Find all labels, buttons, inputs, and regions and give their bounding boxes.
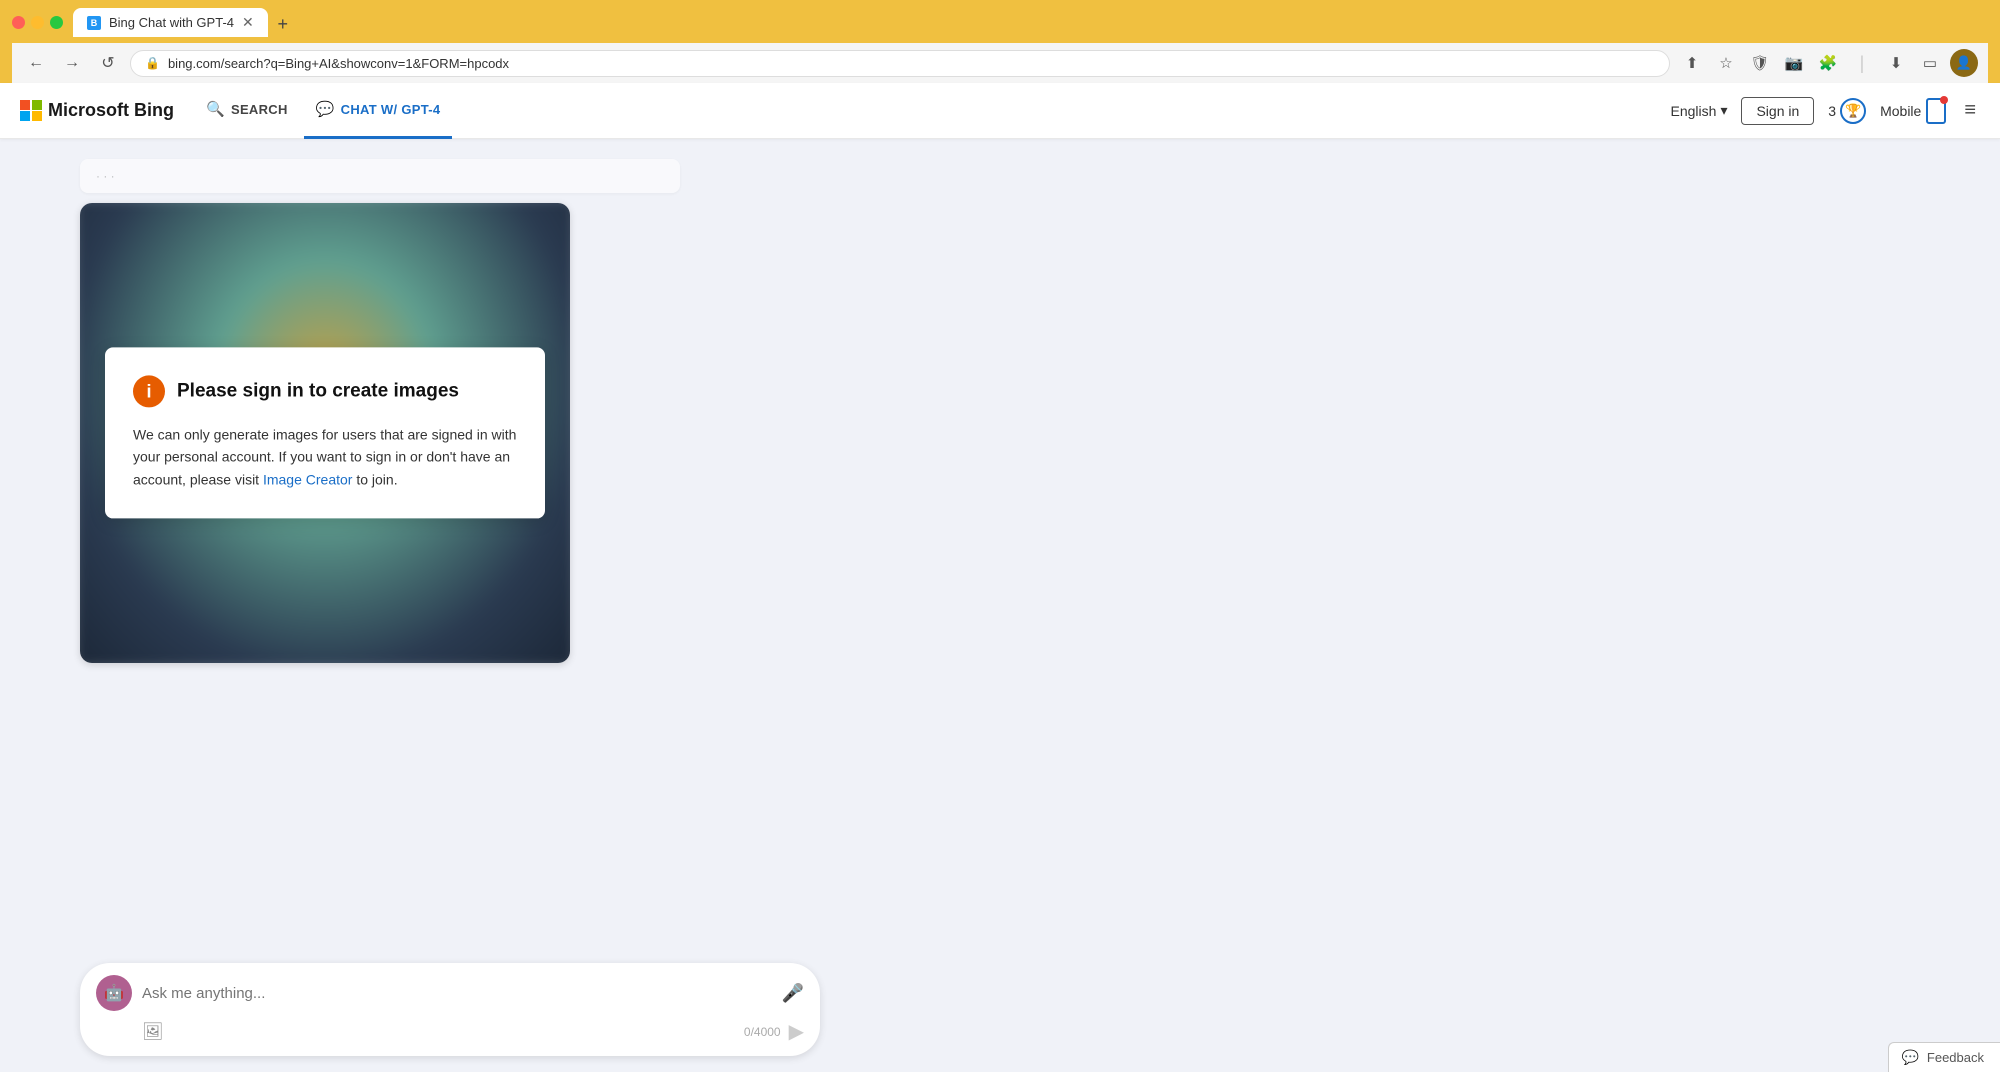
nav-search-label: SEARCH xyxy=(231,102,288,117)
image-generation-card: i Please sign in to create images We can… xyxy=(80,203,570,663)
feedback-label: Feedback xyxy=(1927,1050,1984,1065)
overlay-title-row: i Please sign in to create images xyxy=(133,375,517,407)
nav-chat-label: CHAT w/ GPT-4 xyxy=(341,102,441,117)
url-bar[interactable]: 🔒 bing.com/search?q=Bing+AI&showconv=1&F… xyxy=(130,50,1670,77)
previous-message-partial: · · · xyxy=(80,159,680,193)
extensions-icon[interactable]: 🧩 xyxy=(1814,49,1842,77)
url-text: bing.com/search?q=Bing+AI&showconv=1&FOR… xyxy=(168,56,1655,71)
image-creator-link[interactable]: Image Creator xyxy=(263,471,352,487)
browser-tabs: B Bing Chat with GPT-4 ✕ + xyxy=(73,8,1878,37)
ms-sq-yellow xyxy=(32,111,42,121)
rewards-icon: 🏆 xyxy=(1840,98,1866,124)
divider: | xyxy=(1848,49,1876,77)
new-tab-button[interactable]: + xyxy=(270,11,296,37)
bot-avatar-icon: 🤖 xyxy=(104,983,124,1003)
sign-in-overlay: i Please sign in to create images We can… xyxy=(105,347,545,518)
header-right: English ▾ Sign in 3 🏆 Mobile ≡ xyxy=(1671,95,1980,126)
chat-nav-icon: 💬 xyxy=(316,100,335,118)
hamburger-menu[interactable]: ≡ xyxy=(1960,95,1980,126)
nav-search[interactable]: 🔍 SEARCH xyxy=(194,83,300,139)
toolbar-actions: ⬆ ☆ 🛡 📷 🧩 | ⬇ ▭ 👤 xyxy=(1678,49,1978,77)
image-attach-button[interactable]: 🖼 xyxy=(142,1022,164,1042)
traffic-light-minimize[interactable] xyxy=(31,16,44,29)
chat-area: · · · i Please sign in to create images … xyxy=(0,159,900,1069)
feedback-icon: 💬 xyxy=(1901,1049,1918,1066)
nav-chat[interactable]: 💬 CHAT w/ GPT-4 xyxy=(304,83,453,139)
chevron-down-icon: ▾ xyxy=(1720,102,1727,119)
ms-sq-red xyxy=(20,100,30,110)
share-icon[interactable]: ⬆ xyxy=(1678,49,1706,77)
tab-favicon: B xyxy=(87,16,101,30)
camera-icon[interactable]: 📷 xyxy=(1780,49,1808,77)
bing-app: Microsoft Bing 🔍 SEARCH 💬 CHAT w/ GPT-4 … xyxy=(0,83,2000,1069)
sidebar-icon[interactable]: ▭ xyxy=(1916,49,1944,77)
chat-input-row: 🤖 🎤 xyxy=(96,975,804,1011)
browser-chrome: B Bing Chat with GPT-4 ✕ + ← → ↺ 🔒 bing.… xyxy=(0,0,2000,83)
desc-after-link: to join. xyxy=(352,471,397,487)
language-selector[interactable]: English ▾ xyxy=(1671,102,1728,119)
bing-header: Microsoft Bing 🔍 SEARCH 💬 CHAT w/ GPT-4 … xyxy=(0,83,2000,139)
header-nav: 🔍 SEARCH 💬 CHAT w/ GPT-4 xyxy=(194,83,1651,139)
ms-sq-blue xyxy=(20,111,30,121)
traffic-light-close[interactable] xyxy=(12,16,25,29)
bing-main: · · · i Please sign in to create images … xyxy=(0,139,2000,1069)
overlay-description: We can only generate images for users th… xyxy=(133,423,517,490)
refresh-button[interactable]: ↺ xyxy=(94,49,122,77)
browser-title-bar: B Bing Chat with GPT-4 ✕ + xyxy=(12,8,1988,37)
send-button[interactable]: ▶ xyxy=(789,1019,804,1044)
info-icon: i xyxy=(133,375,165,407)
sign-in-button[interactable]: Sign in xyxy=(1741,97,1814,125)
rewards-badge[interactable]: 3 🏆 xyxy=(1828,98,1866,124)
microphone-button[interactable]: 🎤 xyxy=(782,983,804,1004)
chat-bot-avatar: 🤖 xyxy=(96,975,132,1011)
chat-input-bottom: 🖼 0/4000 ▶ xyxy=(96,1019,804,1044)
back-button[interactable]: ← xyxy=(22,49,50,77)
bookmark-icon[interactable]: ☆ xyxy=(1712,49,1740,77)
language-text: English xyxy=(1671,103,1717,119)
lock-icon: 🔒 xyxy=(145,56,160,70)
overlay-title: Please sign in to create images xyxy=(177,380,459,402)
mobile-icon xyxy=(1926,98,1946,124)
chat-input[interactable] xyxy=(142,985,772,1002)
tab-close-button[interactable]: ✕ xyxy=(242,14,254,31)
rewards-count: 3 xyxy=(1828,103,1836,119)
chat-input-container: 🤖 🎤 🖼 0/4000 ▶ xyxy=(0,951,2000,1072)
mobile-section[interactable]: Mobile xyxy=(1880,98,1946,124)
chat-input-wrapper: 🤖 🎤 🖼 0/4000 ▶ xyxy=(80,963,820,1056)
browser-toolbar: ← → ↺ 🔒 bing.com/search?q=Bing+AI&showco… xyxy=(12,43,1988,83)
feedback-button[interactable]: 💬 Feedback xyxy=(1888,1042,2000,1072)
traffic-lights xyxy=(12,16,63,29)
partial-content: · · · xyxy=(96,169,115,183)
character-count: 0/4000 xyxy=(744,1025,781,1039)
user-avatar[interactable]: 👤 xyxy=(1950,49,1978,77)
notification-dot xyxy=(1940,96,1948,104)
ms-sq-green xyxy=(32,100,42,110)
traffic-light-maximize[interactable] xyxy=(50,16,63,29)
shield-icon[interactable]: 🛡 xyxy=(1746,49,1774,77)
download-icon[interactable]: ⬇ xyxy=(1882,49,1910,77)
tab-title: Bing Chat with GPT-4 xyxy=(109,15,234,30)
search-nav-icon: 🔍 xyxy=(206,100,225,118)
mobile-text: Mobile xyxy=(1880,103,1921,119)
bing-logo-text: Microsoft Bing xyxy=(48,100,174,121)
forward-button[interactable]: → xyxy=(58,49,86,77)
bing-logo[interactable]: Microsoft Bing xyxy=(20,100,174,122)
active-tab[interactable]: B Bing Chat with GPT-4 ✕ xyxy=(73,8,268,37)
microsoft-logo xyxy=(20,100,42,122)
